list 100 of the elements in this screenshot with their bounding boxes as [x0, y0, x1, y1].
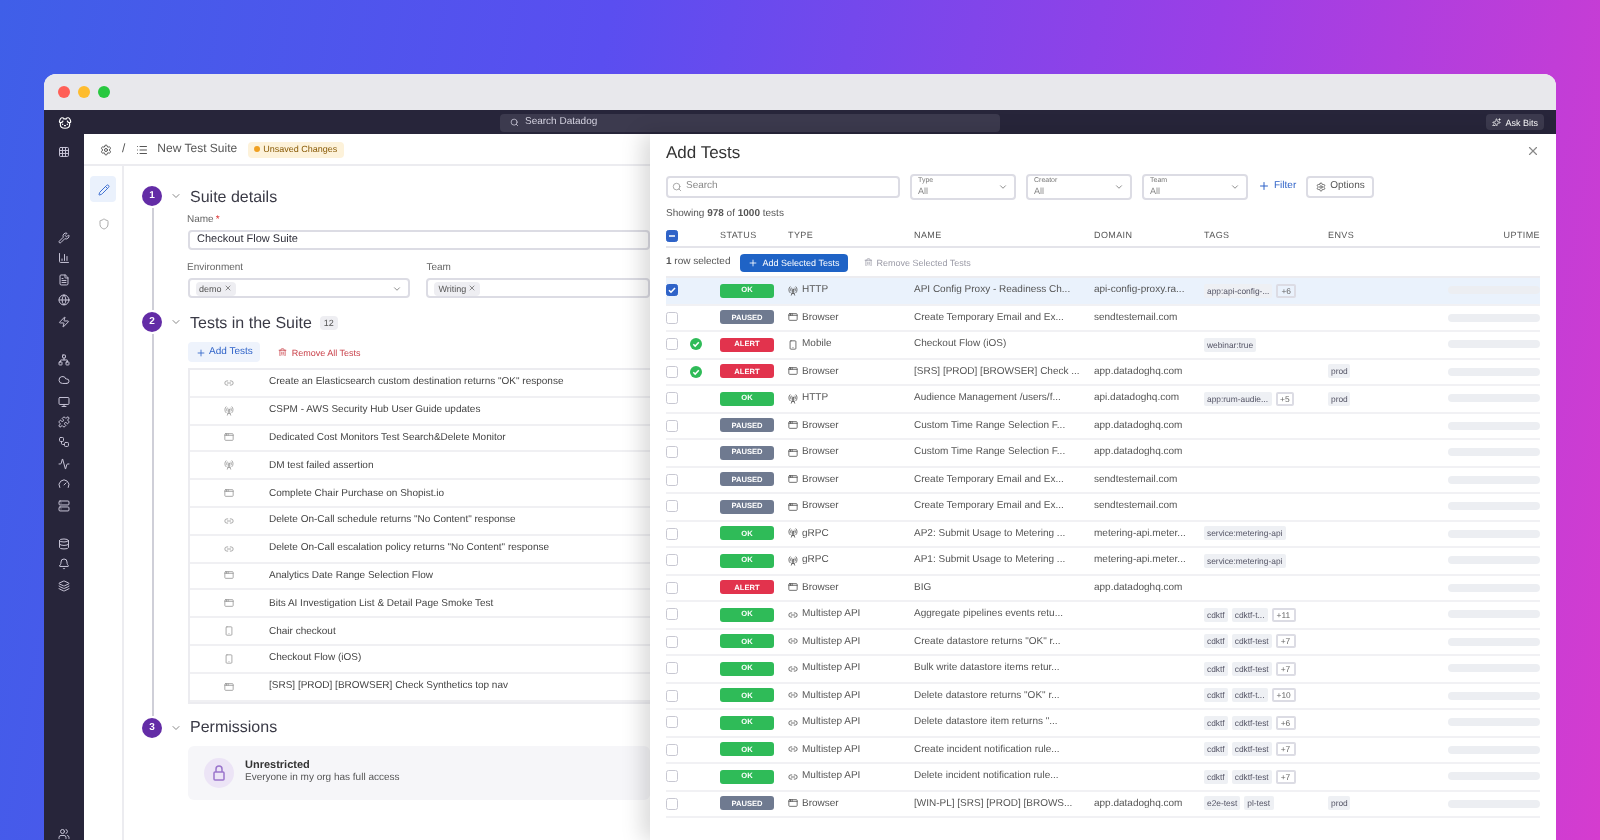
browser-window-icon: [788, 312, 798, 323]
globe-icon[interactable]: [58, 294, 70, 307]
row-checkbox[interactable]: [666, 338, 678, 351]
row-checkbox[interactable]: [666, 419, 678, 432]
link-icon: [788, 636, 798, 647]
row-checkbox[interactable]: [666, 392, 678, 405]
antenna-icon: [224, 460, 234, 471]
browser-window-icon: [224, 570, 234, 581]
row-checkbox[interactable]: [666, 527, 678, 540]
link-icon: [788, 771, 798, 782]
browser-window-icon: [788, 501, 798, 512]
antenna-icon: [788, 393, 798, 404]
trash-icon: [278, 347, 288, 357]
link-icon: [788, 690, 798, 701]
link-icon: [224, 377, 234, 388]
workflow-icon[interactable]: [58, 436, 70, 449]
antenna-icon: [788, 555, 798, 566]
link-icon: [788, 717, 798, 728]
database-icon[interactable]: [58, 537, 70, 550]
section-title: Tests in the Suite: [190, 313, 312, 331]
plus-icon: [195, 347, 205, 357]
panel-title: Add Tests: [666, 141, 741, 161]
antenna-icon: [788, 528, 798, 539]
lightning-icon[interactable]: [58, 315, 70, 328]
close-icon[interactable]: [1526, 144, 1540, 158]
browser-window-icon: [788, 420, 798, 431]
row-checkbox[interactable]: [666, 743, 678, 756]
row-checkbox[interactable]: [666, 581, 678, 594]
bell-icon[interactable]: [58, 558, 70, 571]
puzzle-icon[interactable]: [58, 416, 70, 428]
chart-icon[interactable]: [58, 252, 70, 265]
chevron-icon[interactable]: [170, 316, 182, 328]
browser-window-icon: [224, 488, 234, 499]
window-close-control[interactable]: [58, 86, 70, 98]
chevron-icon[interactable]: [170, 721, 182, 734]
sparkle-icon: [1492, 117, 1502, 127]
settings-icon[interactable]: [100, 143, 112, 155]
phone-icon: [224, 653, 234, 664]
row-checkbox[interactable]: [666, 689, 678, 702]
phone-icon: [788, 339, 798, 350]
row-checkbox[interactable]: [666, 770, 678, 783]
window-maximize-control[interactable]: [98, 86, 110, 98]
link-icon: [788, 609, 798, 620]
chevron-icon[interactable]: [170, 190, 182, 202]
list-icon: [135, 143, 148, 155]
activity-icon[interactable]: [58, 457, 70, 470]
team-icon[interactable]: [58, 828, 70, 840]
link-icon: [224, 515, 234, 526]
browser-window-icon: [224, 681, 234, 692]
wrench-icon[interactable]: [58, 231, 70, 244]
browser-window-icon: [788, 474, 798, 485]
phone-icon: [224, 626, 234, 637]
row-checkbox[interactable]: [666, 716, 678, 729]
link-icon: [788, 744, 798, 755]
search-icon: [510, 117, 519, 127]
row-checkbox[interactable]: [666, 635, 678, 648]
caret-icon: [998, 181, 1008, 191]
trash-icon: [863, 257, 873, 267]
monitor-icon[interactable]: [58, 395, 70, 408]
row-checkbox[interactable]: [666, 311, 678, 324]
cloud-icon[interactable]: [58, 374, 70, 387]
document-icon[interactable]: [58, 273, 70, 286]
layers-icon[interactable]: [58, 579, 70, 592]
row-checkbox[interactable]: [666, 662, 678, 675]
section-title: Permissions: [190, 718, 278, 737]
row-checkbox[interactable]: [666, 365, 678, 378]
pencil-icon: [97, 183, 109, 195]
link-icon: [224, 543, 234, 554]
row-checkbox[interactable]: [666, 608, 678, 621]
browser-window-icon: [224, 598, 234, 609]
link-icon: [788, 663, 798, 674]
shield-icon: [97, 217, 109, 229]
antenna-icon: [224, 405, 234, 416]
browser-window-icon: [788, 366, 798, 377]
row-checkbox[interactable]: [666, 797, 678, 810]
server-icon[interactable]: [58, 499, 70, 512]
caret-icon: [1114, 181, 1124, 191]
row-checkbox[interactable]: [666, 554, 678, 567]
browser-window-icon: [224, 432, 234, 443]
browser-window-icon: [788, 447, 798, 458]
browser-window-icon: [788, 582, 798, 593]
caret-icon: [392, 283, 403, 293]
browser-window-icon: [788, 798, 798, 809]
plus-icon: [748, 257, 759, 267]
dog-logo-icon[interactable]: [57, 115, 71, 129]
caret-icon: [1230, 181, 1240, 191]
edit-tab[interactable]: [90, 176, 116, 202]
plus-icon: [1258, 180, 1270, 192]
section-title: Suite details: [190, 187, 278, 205]
antenna-icon: [788, 285, 798, 296]
search-icon: [672, 181, 682, 191]
network-icon[interactable]: [58, 353, 70, 366]
grid-icon[interactable]: [58, 146, 70, 158]
gauge-icon[interactable]: [58, 478, 70, 491]
settings-icon: [1316, 181, 1327, 191]
row-checkbox[interactable]: [666, 446, 678, 459]
select-all-checkbox[interactable]: [666, 229, 678, 241]
row-checkbox[interactable]: [666, 500, 678, 513]
row-checkbox[interactable]: [666, 473, 678, 486]
row-checkbox[interactable]: [666, 284, 678, 297]
